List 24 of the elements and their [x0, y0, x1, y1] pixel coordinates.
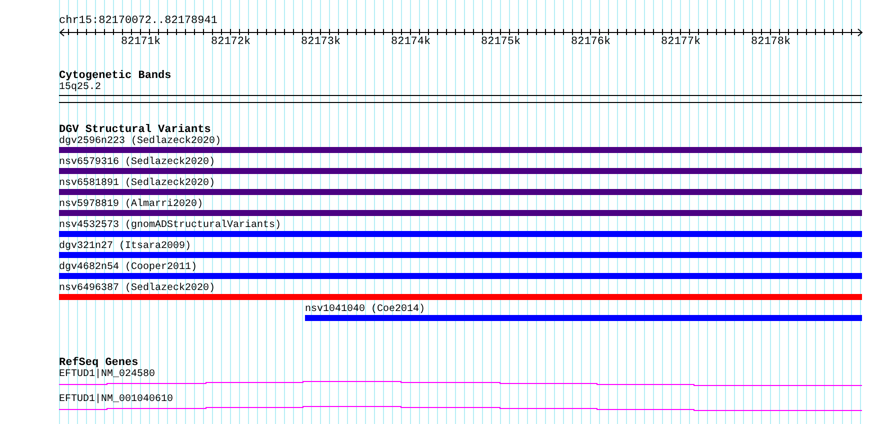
ruler-tick-label: 82171k — [121, 37, 162, 48]
band-label: 15q25.2 — [59, 82, 102, 94]
ruler-tick-label: 82178k — [751, 37, 792, 48]
variant-label: nsv6496387 (Sedlazeck2020) — [59, 283, 216, 294]
variant-label: nsv6581891 (Sedlazeck2020) — [59, 178, 216, 189]
variant-label: dgv321n27 (Itsara2009) — [59, 241, 192, 252]
region-label: chr15:82170072..82178941 — [59, 15, 218, 27]
variant-label: nsv6579316 (Sedlazeck2020) — [59, 157, 216, 168]
ruler-tick-label: 82174k — [391, 37, 432, 48]
ruler-tick-label: 82177k — [661, 37, 702, 48]
variant-label: nsv4532573 (gnomADStructuralVariants) — [59, 220, 282, 231]
variant-label: nsv1041040 (Coe2014) — [305, 304, 426, 315]
variant-label: nsv5978819 (Almarri2020) — [59, 199, 204, 210]
track-title: Cytogenetic Bands — [59, 70, 172, 82]
ruler-tick-label: 82173k — [301, 37, 342, 48]
variant-label: dgv4682n54 (Cooper2011) — [59, 262, 198, 273]
ruler-tick-label: 82172k — [211, 37, 252, 48]
transcript-label: EFTUD1|NM_001040610 — [59, 394, 174, 405]
variant-label: dgv2596n223 (Sedlazeck2020) — [59, 136, 222, 147]
ruler-tick-label: 82175k — [481, 37, 522, 48]
track-title: DGV Structural Variants — [59, 124, 211, 136]
transcript-label: EFTUD1|NM_024580 — [59, 369, 156, 380]
ruler-tick-label: 82176k — [571, 37, 612, 48]
track-title: RefSeq Genes — [59, 357, 138, 369]
